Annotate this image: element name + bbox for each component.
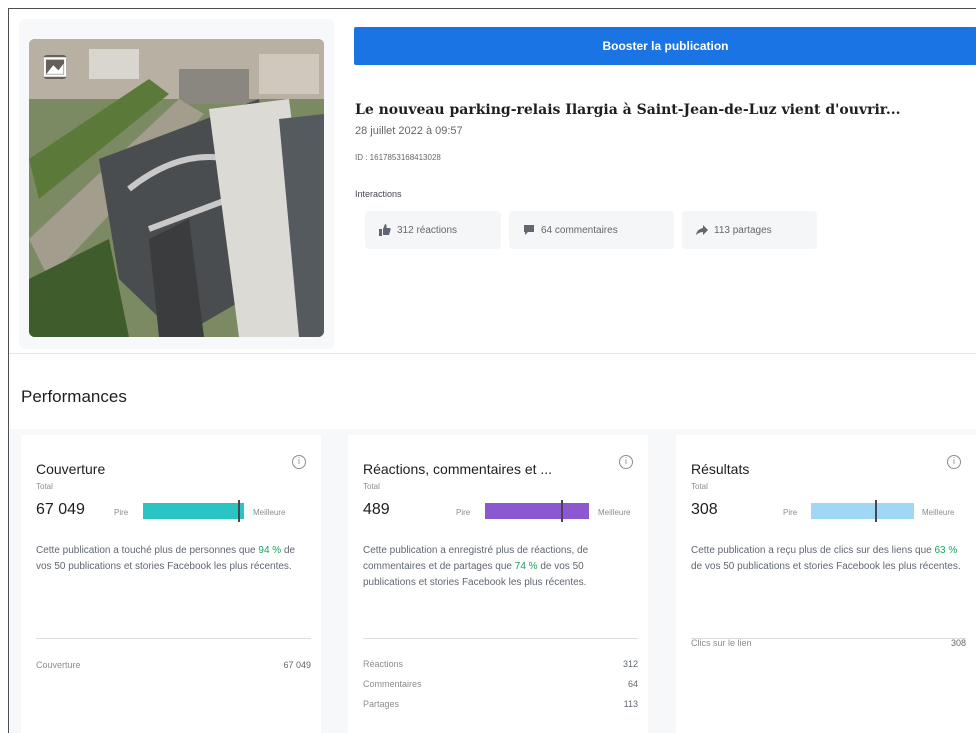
post-thumbnail[interactable] — [29, 39, 324, 337]
info-icon[interactable]: i — [292, 455, 306, 469]
post-title[interactable]: Le nouveau parking-relais Ilargia à Sain… — [355, 102, 975, 118]
divider — [36, 638, 311, 639]
post-id: ID : 1617853168413028 — [355, 153, 441, 162]
total-label: Total — [691, 482, 708, 491]
scale-low-label: Pire — [114, 508, 129, 517]
total-label: Total — [36, 482, 53, 491]
stat-row: Couverture 67 049 — [36, 660, 311, 670]
bar-marker — [875, 500, 877, 522]
boost-post-button[interactable]: Booster la publication — [354, 27, 976, 65]
total-value: 308 — [691, 501, 718, 518]
scale-low-label: Pire — [456, 508, 471, 517]
card-title: Réactions, commentaires et ... — [363, 461, 553, 477]
comment-icon — [523, 224, 535, 236]
shares-chip[interactable]: 113 partages — [682, 211, 817, 249]
divider — [363, 638, 638, 639]
desc-text: de vos 50 publications et stories Facebo… — [691, 561, 961, 572]
comments-chip[interactable]: 64 commentaires — [509, 211, 674, 249]
scale-low-label: Pire — [783, 508, 798, 517]
performance-bar — [485, 500, 589, 522]
interactions-label: Interactions — [355, 189, 402, 199]
reach-card: Couverture i Total 67 049 Pire Meilleure… — [21, 435, 321, 733]
stat-row: Partages 113 — [363, 699, 638, 709]
desc-text: Cette publication a reçu plus de clics s… — [691, 545, 935, 556]
stat-label: Commentaires — [363, 679, 422, 689]
performance-title: Performances — [21, 387, 127, 406]
stat-label: Partages — [363, 699, 400, 709]
comments-count: 64 commentaires — [541, 224, 618, 236]
image-icon — [43, 55, 67, 79]
stat-value: 308 — [950, 638, 966, 648]
shares-count: 113 partages — [714, 224, 772, 236]
scale-high-label: Meilleure — [253, 508, 286, 517]
stat-row: Réactions 312 — [363, 659, 638, 669]
card-title: Couverture — [36, 461, 106, 477]
percentile-value: 63 % — [934, 545, 958, 556]
card-description: Cette publication a touché plus de perso… — [36, 543, 311, 575]
stat-value: 64 — [627, 679, 638, 689]
reactions-count: 312 réactions — [397, 224, 458, 236]
results-card: Résultats i Total 308 Pire Meilleure Cet… — [676, 435, 976, 733]
percentile-value: 94 % — [258, 545, 282, 556]
percentile-value: 74 % — [514, 561, 538, 572]
scale-high-label: Meilleure — [922, 508, 955, 517]
scale-high-label: Meilleure — [598, 508, 631, 517]
card-description: Cette publication a reçu plus de clics s… — [691, 543, 966, 575]
post-insights-panel: Booster la publication Le nouveau parkin… — [8, 8, 976, 733]
stat-label: Couverture — [36, 660, 81, 670]
engagement-card: Réactions, commentaires et ... i Total 4… — [348, 435, 648, 733]
total-value: 67 049 — [36, 501, 85, 518]
performance-cards: Couverture i Total 67 049 Pire Meilleure… — [9, 429, 976, 733]
performance-bar — [143, 500, 244, 522]
info-icon[interactable]: i — [619, 455, 633, 469]
stat-value: 312 — [622, 659, 638, 669]
card-description: Cette publication a enregistré plus de r… — [363, 543, 638, 591]
bar-marker — [561, 500, 563, 522]
reactions-chip[interactable]: 312 réactions — [365, 211, 501, 249]
stat-value: 67 049 — [283, 660, 311, 670]
share-arrow-icon — [696, 224, 708, 236]
stat-label: Réactions — [363, 659, 404, 669]
info-icon[interactable]: i — [947, 455, 961, 469]
card-title: Résultats — [691, 461, 750, 477]
desc-text: Cette publication a touché plus de perso… — [36, 545, 259, 556]
post-header: Booster la publication Le nouveau parkin… — [9, 9, 976, 354]
bar-marker — [238, 500, 240, 522]
stat-row: Commentaires 64 — [363, 679, 638, 689]
stat-value: 113 — [623, 699, 638, 709]
stat-row: Clics sur le lien 308 — [691, 638, 966, 648]
thumbs-up-icon — [379, 224, 391, 236]
stat-label: Clics sur le lien — [691, 638, 752, 648]
performance-bar — [811, 500, 914, 522]
total-value: 489 — [363, 501, 390, 518]
post-date: 28 juillet 2022 à 09:57 — [355, 125, 463, 137]
total-label: Total — [363, 482, 380, 491]
aerial-photo — [29, 39, 324, 337]
post-thumbnail-card — [19, 19, 334, 349]
